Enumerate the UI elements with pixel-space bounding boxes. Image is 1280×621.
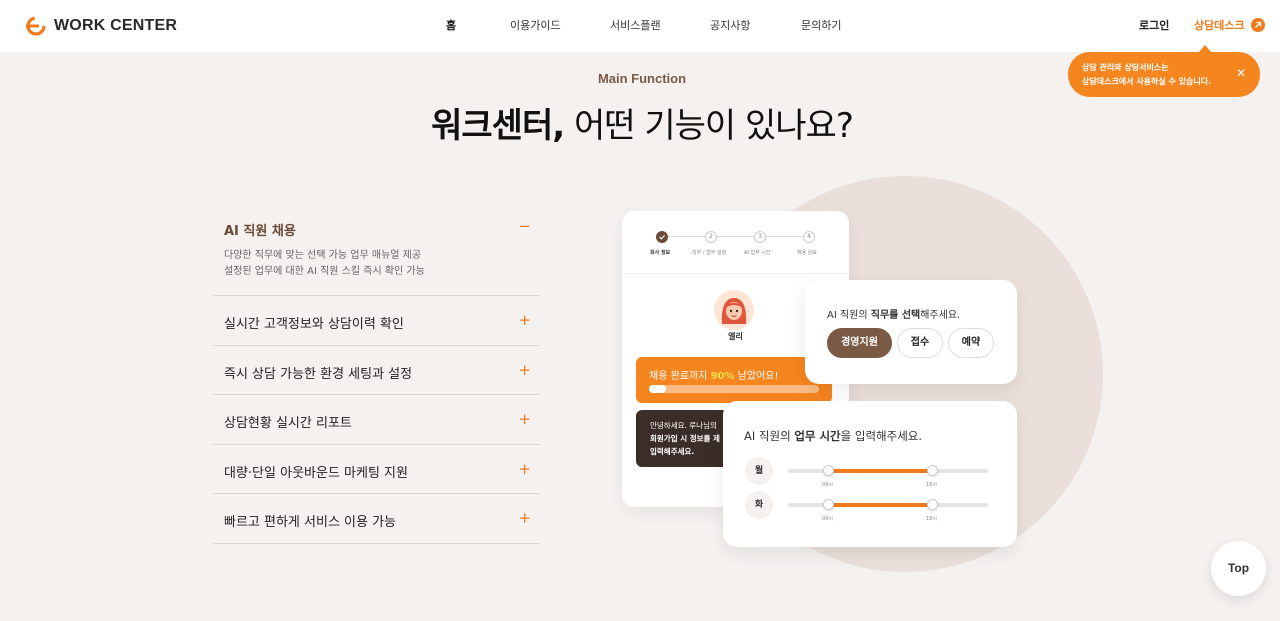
consult-desk-link[interactable]: 상담데스크 [1194,17,1265,33]
consult-desk-label: 상담데스크 [1194,19,1245,32]
check-icon [656,231,668,243]
accordion-item-easy-service[interactable]: 빠르고 편하게 서비스 이용 가능 + [213,494,540,544]
section-eyebrow: Main Function [597,71,687,86]
progress-prefix: 채용 완료까지 [649,371,711,382]
nav-service-plan[interactable]: 서비스플랜 [610,17,661,33]
progress-value: 90% [710,371,735,382]
nav-notice[interactable]: 공지사항 [710,17,750,33]
slider-range [828,469,932,473]
start-time-label: 09시 [822,482,833,488]
plus-icon[interactable]: + [518,362,531,378]
accordion-item-realtime-report[interactable]: 상담현황 실시간 리포트 + [213,395,540,445]
slider-end-handle[interactable] [927,465,938,476]
step-label-2: 직무 / 업무 설정 [692,250,727,256]
hours-slider[interactable]: 09시 18시 [788,499,988,522]
progress-text: 채용 완료까지 90% 남았어요! [649,367,779,382]
plus-icon[interactable]: + [518,461,531,477]
login-link[interactable]: 로그인 [1139,17,1169,33]
step-dot-2: 2 [705,231,717,243]
step-label-3: AI 업무 시간 [744,250,771,256]
divider [622,273,849,274]
scroll-top-button[interactable]: Top [1211,541,1266,596]
end-time-label: 18시 [926,516,937,522]
job-question: AI 직원의 직무를 선택해주세요. [827,310,961,321]
job-option-management[interactable]: 경영지원 [827,328,892,358]
accordion-desc-line-1: 다양한 직무에 맞는 선택 가능 업무 매뉴얼 제공 [224,250,422,261]
step-dot-3: 3 [754,231,766,243]
accordion-title: 실시간 고객정보와 상담이력 확인 [224,317,404,332]
nav-inquiry[interactable]: 문의하기 [801,17,841,33]
day-badge-tue: 화 [745,491,773,519]
accordion-description: 다양한 직무에 맞는 선택 가능 업무 매뉴얼 제공 설정된 업무에 대한 AI… [224,248,425,280]
accordion-title: 상담현황 실시간 리포트 [224,416,352,432]
accordion-title: 즉시 상담 가능한 환경 세팅과 설정 [224,366,413,382]
avatar [714,290,754,330]
section-title: 워크센터, 어떤 기능이 있나요? [0,98,1280,147]
step-label-1: 회사 정보 [650,250,671,256]
slider-range [828,503,932,507]
job-select-card: AI 직원의 직무를 선택해주세요. 경영지원 접수 예약 [805,280,1017,384]
accordion-item-environment-setup[interactable]: 즉시 상담 가능한 환경 세팅과 설정 + [213,346,540,396]
nav-home[interactable]: 홈 [446,17,456,33]
slider-start-handle[interactable] [823,465,834,476]
work-hours-card: AI 직원의 업무 시간을 입력해주세요. 월 09시 18시 화 09시 18… [723,401,1017,547]
job-option-reception[interactable]: 접수 [897,328,943,358]
hiring-progress-card: 채용 완료까지 90% 남았어요! [636,357,832,403]
accordion-title: 빠르고 편하게 서비스 이용 가능 [224,515,397,531]
accordion-title: AI 직원 채용 [224,224,296,239]
progress-suffix: 남았어요! [734,371,779,382]
plus-icon[interactable]: + [518,313,531,328]
slider-start-handle[interactable] [823,499,834,510]
day-badge-mon: 월 [745,457,773,485]
job-option-reservation[interactable]: 예약 [948,328,994,358]
site-header: WORK CENTER 홈 이용가이드 서비스플랜 공지사항 문의하기 로그인 … [0,0,1280,52]
nav-guide[interactable]: 이용가이드 [510,17,561,33]
accordion-item-customer-info[interactable]: 실시간 고객정보와 상담이력 확인 + [213,296,540,346]
accordion-item-outbound-marketing[interactable]: 대량·단일 아웃바운드 마케팅 지원 + [213,445,540,495]
step-label-4: 채용 완료 [797,250,817,256]
accordion-title: 대량·단일 아웃바운드 마케팅 지원 [224,465,408,481]
slider-end-handle[interactable] [927,499,938,510]
accordion-item-ai-hiring[interactable]: AI 직원 채용 − 다양한 직무에 맞는 선택 가능 업무 매뉴얼 제공 설정… [213,205,540,296]
ai-avatar-icon [714,290,754,330]
hours-slider[interactable]: 09시 18시 [788,465,988,488]
plus-icon[interactable]: + [518,511,531,526]
section-title-rest: 어떤 기능이 있나요? [564,106,854,146]
accordion-desc-line-2: 설정된 업무에 대한 AI 직원 스킬 즉시 확인 가능 [224,266,425,277]
feature-accordion: AI 직원 채용 − 다양한 직무에 맞는 선택 가능 업무 매뉴얼 제공 설정… [213,205,540,544]
progress-bar [649,385,819,393]
hours-question: AI 직원의 업무 시간을 입력해주세요. [744,429,923,443]
minus-icon[interactable]: − [518,219,531,234]
section-title-bold: 워크센터, [431,106,565,146]
start-time-label: 09시 [822,516,833,522]
stepper-line [662,236,809,237]
main-nav: 홈 이용가이드 서비스플랜 공지사항 문의하기 [0,17,1280,33]
arrow-up-right-icon [1250,18,1265,32]
end-time-label: 18시 [926,482,937,488]
step-dot-4: 4 [803,231,815,243]
progress-fill [649,385,666,393]
plus-icon[interactable]: + [518,412,531,427]
